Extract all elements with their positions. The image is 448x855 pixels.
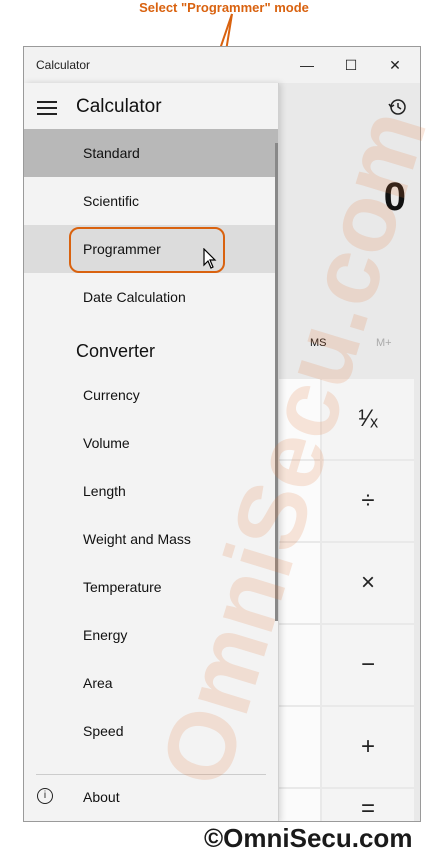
plus-key[interactable]: +: [322, 707, 414, 787]
nav-item-standard[interactable]: Standard: [24, 129, 278, 177]
minimize-button[interactable]: —: [292, 53, 322, 77]
memory-add-button[interactable]: M+: [376, 337, 392, 349]
reciprocal-key[interactable]: ¹⁄ₓ: [322, 379, 414, 459]
key-left-3[interactable]: [278, 543, 320, 623]
nav-item-label: Standard: [83, 145, 140, 161]
mouse-cursor-icon: [203, 248, 217, 269]
converter-header: Converter: [76, 341, 156, 361]
annotation-highlight: [69, 227, 225, 273]
window-title: Calculator: [36, 58, 91, 72]
nav-item-label: Speed: [83, 723, 124, 739]
nav-item-volume[interactable]: Volume: [24, 419, 278, 467]
about-divider: [36, 774, 266, 775]
nav-item-label: Temperature: [83, 579, 162, 595]
nav-item-scientific[interactable]: Scientific: [24, 177, 278, 225]
title-bar: Calculator — ☐ ✕: [24, 47, 420, 83]
nav-item-label: Currency: [83, 387, 140, 403]
nav-item-weight-and-mass[interactable]: Weight and Mass: [24, 515, 278, 563]
key-left-6[interactable]: [278, 789, 320, 821]
nav-item-length[interactable]: Length: [24, 467, 278, 515]
nav-item-label: Date Calculation: [83, 289, 186, 305]
nav-item-label: Area: [83, 675, 113, 691]
equals-key[interactable]: =: [322, 789, 414, 821]
key-left-4[interactable]: [278, 625, 320, 705]
key-left-2[interactable]: [278, 461, 320, 541]
nav-item-label: Weight and Mass: [83, 531, 191, 547]
copyright-text: ©OmniSecu.com: [204, 823, 413, 853]
drawer-scrollbar[interactable]: [275, 143, 278, 621]
nav-item-temperature[interactable]: Temperature: [24, 563, 278, 611]
maximize-button[interactable]: ☐: [336, 53, 366, 77]
hamburger-menu-icon[interactable]: [37, 101, 57, 115]
nav-item-label: Length: [83, 483, 126, 499]
nav-item-currency[interactable]: Currency: [24, 371, 278, 419]
about-link[interactable]: About: [83, 789, 120, 805]
nav-item-date-calculation[interactable]: Date Calculation: [24, 273, 278, 321]
nav-item-label: Energy: [83, 627, 128, 643]
nav-item-speed[interactable]: Speed: [24, 707, 278, 755]
multiply-key[interactable]: ×: [322, 543, 414, 623]
nav-item-label: Scientific: [83, 193, 140, 209]
display-value: 0: [383, 175, 406, 219]
divide-key[interactable]: ÷: [322, 461, 414, 541]
info-icon: i: [37, 788, 53, 804]
nav-item-area[interactable]: Area: [24, 659, 278, 707]
drawer-title: Calculator: [76, 96, 162, 117]
memory-store-button[interactable]: MS: [310, 337, 327, 349]
key-left-1[interactable]: [278, 379, 320, 459]
nav-item-energy[interactable]: Energy: [24, 611, 278, 659]
key-left-5[interactable]: [278, 707, 320, 787]
close-button[interactable]: ✕: [380, 53, 410, 77]
calculator-window: Calculator — ☐ ✕ 0 MS M+ ¹⁄ₓ ÷ × − + = C…: [23, 46, 421, 822]
history-icon[interactable]: [388, 97, 408, 117]
navigation-drawer: Calculator Standard Scientific Programme…: [24, 83, 279, 821]
nav-item-label: Volume: [83, 435, 130, 451]
minus-key[interactable]: −: [322, 625, 414, 705]
